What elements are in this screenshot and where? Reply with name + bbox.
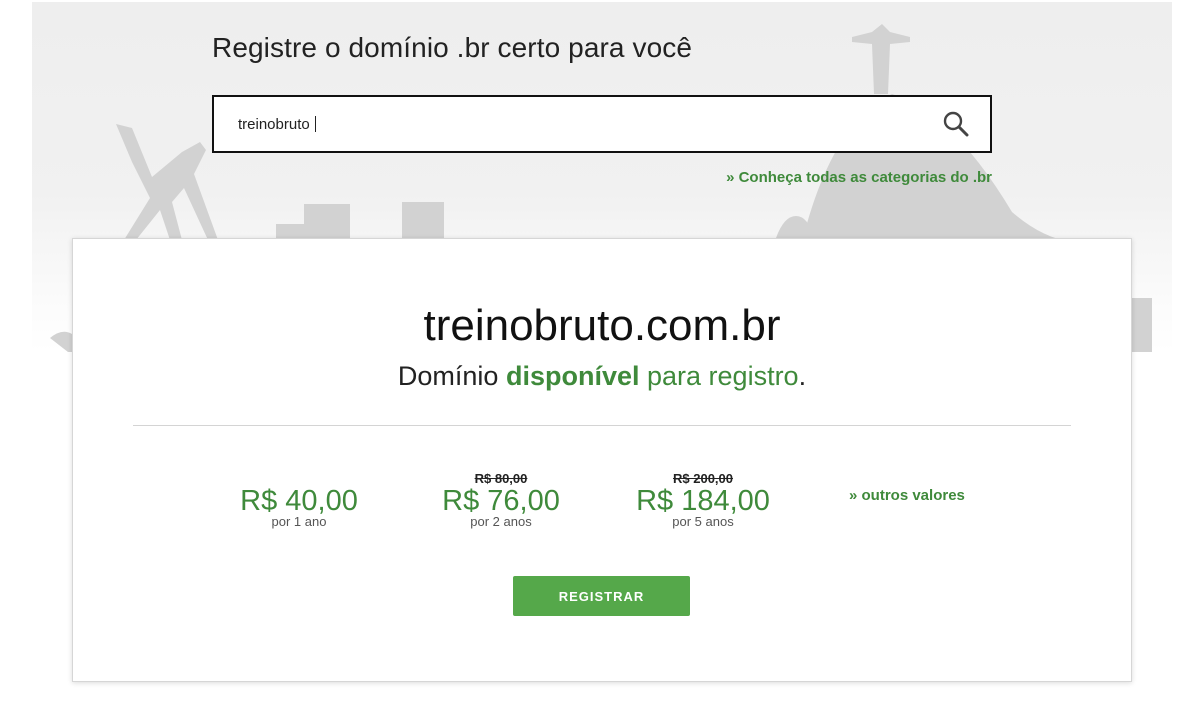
search-box[interactable] [212, 95, 992, 153]
price-option-5-years: R$ 200,00 R$ 184,00 por 5 anos [613, 471, 793, 528]
price-period: por 2 anos [470, 514, 532, 529]
register-button[interactable]: REGISTRAR [513, 576, 690, 616]
all-categories-link[interactable]: » Conheça todas as categorias do .br [726, 169, 992, 186]
divider [133, 425, 1071, 426]
price-value: R$ 76,00 [442, 485, 560, 517]
old-price: R$ 80,00 [474, 471, 528, 486]
status-suffix: para registro [647, 361, 799, 391]
old-price [209, 471, 389, 486]
price-value: R$ 184,00 [636, 485, 770, 517]
price-option-1-year: R$ 40,00 por 1 ano [209, 471, 389, 528]
price-option-2-years: R$ 80,00 R$ 76,00 por 2 anos [411, 471, 591, 528]
old-price: R$ 200,00 [673, 471, 733, 486]
status-end: . [798, 361, 807, 391]
availability-status: Domínio disponível para registro. [73, 361, 1131, 392]
search-input[interactable] [238, 97, 918, 151]
domain-name: treinobruto.com.br [423, 301, 781, 350]
price-period: por 1 ano [271, 514, 327, 529]
status-prefix: Domínio [397, 361, 499, 391]
search-icon[interactable] [942, 110, 970, 138]
price-value: R$ 40,00 [240, 485, 358, 517]
text-cursor [315, 116, 316, 132]
page-title: Registre o domínio .br certo para você [212, 32, 693, 63]
price-period: por 5 anos [672, 514, 734, 529]
status-available: disponível [505, 361, 640, 391]
other-values-link[interactable]: » outros valores [849, 487, 965, 504]
domain-result-card: treinobruto.com.br Domínio disponível pa… [72, 238, 1132, 682]
